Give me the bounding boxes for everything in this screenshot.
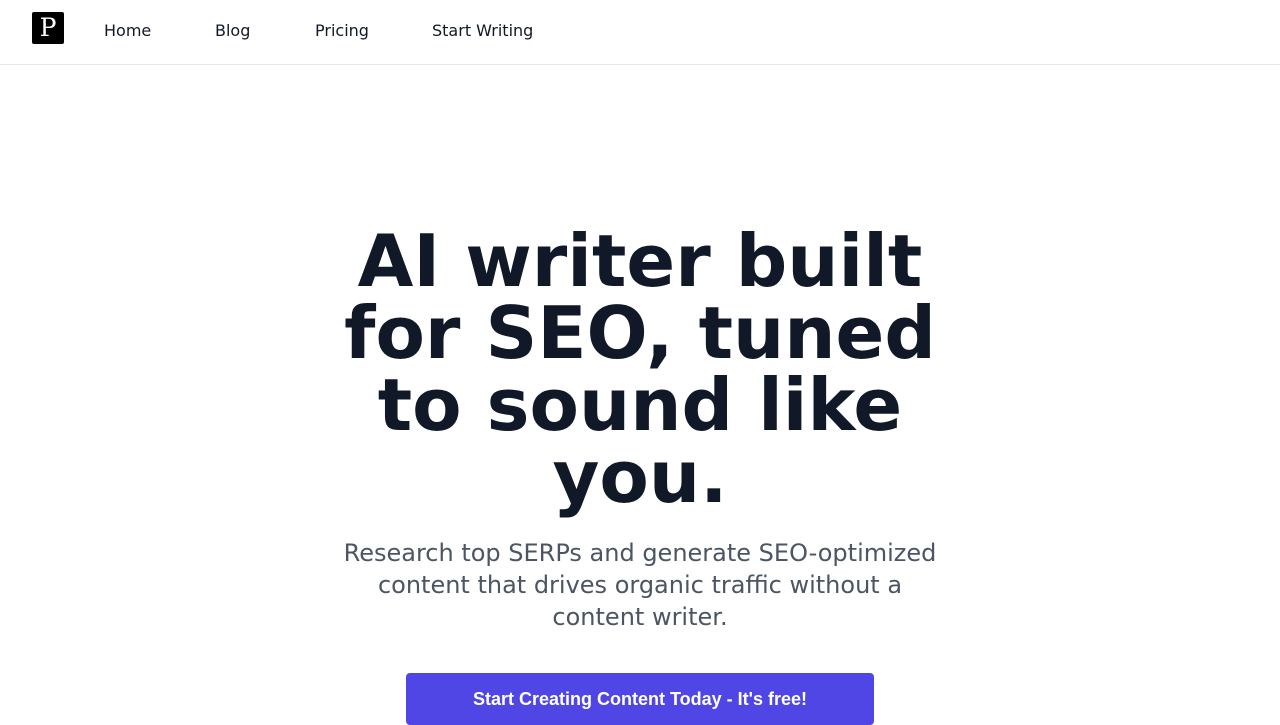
nav-link-home[interactable]: Home [104, 20, 151, 42]
nav-link-blog[interactable]: Blog [215, 20, 250, 42]
hero-title: AI writer built for SEO, tuned to sound … [344, 219, 936, 519]
hero-subtitle: Research top SERPs and generate SEO-opti… [343, 539, 937, 631]
top-navbar: P Home Blog Pricing Start Writing [0, 0, 1280, 65]
start-creating-content-button[interactable]: Start Creating Content Today - It's free… [406, 673, 874, 725]
nav-link-start-writing[interactable]: Start Writing [432, 20, 533, 42]
nav-link-pricing[interactable]: Pricing [315, 20, 369, 42]
logo-icon[interactable]: P [32, 12, 64, 44]
